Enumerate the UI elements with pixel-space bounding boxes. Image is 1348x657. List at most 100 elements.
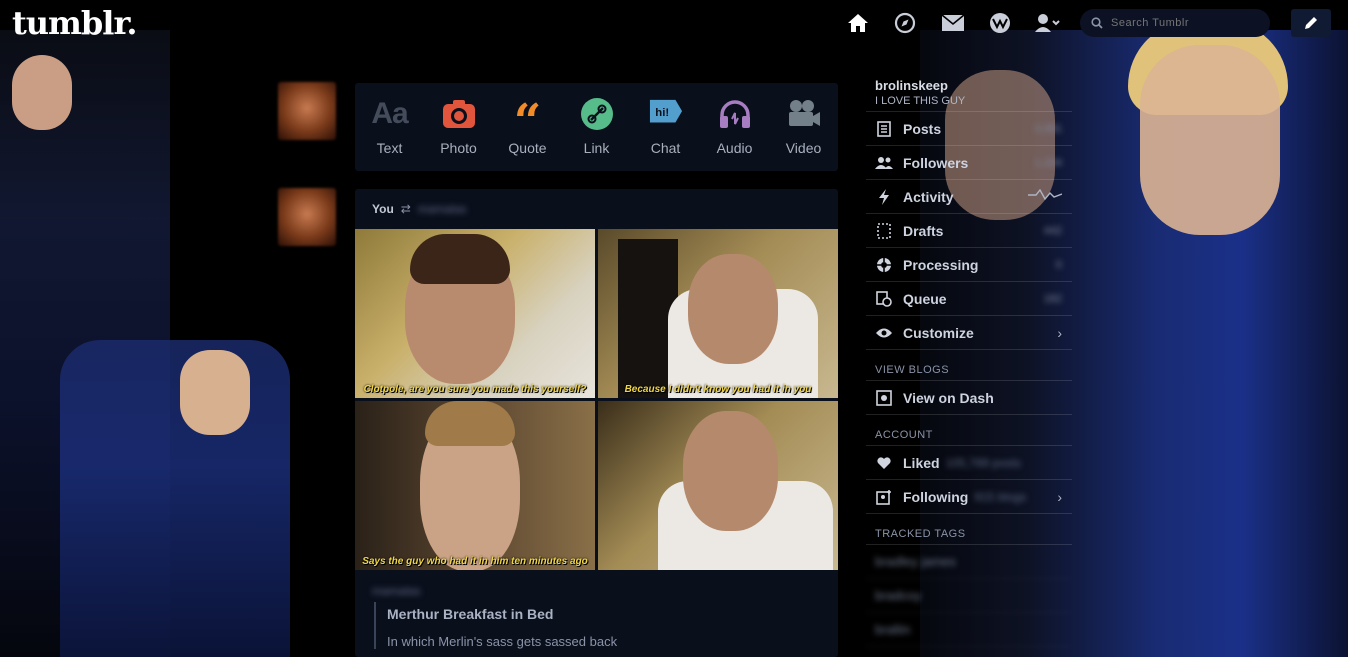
sidebar-item-label: Customize <box>903 324 974 341</box>
inbox-icon[interactable] <box>940 10 966 36</box>
tracked-tag[interactable]: bradley james <box>866 545 1072 579</box>
sidebar-item-activity[interactable]: Activity <box>866 180 1072 214</box>
sidebar-item-following[interactable]: Following 915 blogs › <box>866 480 1072 514</box>
person-figure <box>688 254 778 364</box>
post-type-label: Link <box>583 140 610 156</box>
sidebar-blog-name[interactable]: brolinskeep <box>866 78 1072 93</box>
home-icon[interactable] <box>845 10 871 36</box>
post-type-label: Video <box>785 140 822 156</box>
explore-icon[interactable] <box>892 10 918 36</box>
sidebar-item-label: Queue <box>903 290 947 307</box>
chat-icon: hi! <box>649 97 683 131</box>
hair-figure <box>410 234 510 284</box>
gif-2[interactable]: Because I didn't know you had it in you <box>598 229 838 398</box>
compose-button[interactable] <box>1291 9 1331 37</box>
sidebar-item-liked[interactable]: Liked 105,789 posts <box>866 446 1072 480</box>
activity-icon[interactable] <box>987 10 1013 36</box>
post-avatar[interactable] <box>278 188 336 246</box>
sidebar-item-count: 182 <box>1043 292 1062 305</box>
tracked-tag[interactable]: bradcoy <box>866 579 1072 613</box>
sidebar-item-count: 442 <box>1043 224 1062 237</box>
sidebar-item-count: 1,204 <box>1034 156 1062 169</box>
gif-4[interactable] <box>598 401 838 570</box>
sidebar-item-label: Followers <box>903 154 969 171</box>
heart-icon <box>875 454 893 472</box>
post-type-video[interactable]: Video <box>769 83 838 171</box>
post-author[interactable]: You <box>372 202 394 216</box>
background-face-left-bottom <box>180 350 250 435</box>
link-icon <box>580 97 614 131</box>
headphones-icon <box>718 97 752 131</box>
post-type-chat[interactable]: hi! Chat <box>631 83 700 171</box>
sidebar-item-label: View on Dash <box>903 389 994 406</box>
sidebar-item-posts[interactable]: Posts 3,981 <box>866 112 1072 146</box>
sidebar-item-count: 3,981 <box>1034 122 1062 135</box>
reblogged-from-user[interactable]: mamalas <box>418 202 467 216</box>
hair-figure <box>425 401 515 446</box>
sidebar-item-drafts[interactable]: Drafts 442 <box>866 214 1072 248</box>
sidebar-item-queue[interactable]: Queue 182 <box>866 282 1072 316</box>
sidebar-item-customize[interactable]: Customize › <box>866 316 1072 350</box>
post-header: You ⇄ mamalas <box>355 189 838 229</box>
gif-3[interactable]: Says the guy who had it in him ten minut… <box>355 401 595 570</box>
person-figure <box>683 411 778 531</box>
post-description: In which Merlin's sass gets sassed back <box>387 634 618 649</box>
svg-text:hi!: hi! <box>655 107 669 119</box>
post-type-quote[interactable]: “ Quote <box>493 83 562 171</box>
sidebar-item-count: 0 <box>1055 258 1062 271</box>
sidebar-item-label: Drafts <box>903 222 944 239</box>
dashboard-post: You ⇄ mamalas Clotpole, are you sure you… <box>355 189 838 657</box>
video-icon <box>787 97 821 131</box>
post-title: Merthur Breakfast in Bed <box>387 606 554 622</box>
search-bar[interactable] <box>1080 9 1270 37</box>
post-type-link[interactable]: Link <box>562 83 631 171</box>
sidebar-item-processing[interactable]: Processing 0 <box>866 248 1072 282</box>
sidebar-item-label: Processing <box>903 256 979 273</box>
user-avatar[interactable] <box>278 82 336 140</box>
posts-icon <box>875 120 893 138</box>
sidebar-item-label: Liked <box>903 454 940 471</box>
post-type-label: Chat <box>650 140 681 156</box>
view-on-dash-link[interactable]: View on Dash <box>866 381 1072 415</box>
post-type-audio[interactable]: Audio <box>700 83 769 171</box>
search-input[interactable] <box>1109 16 1263 30</box>
camera-icon <box>442 97 476 131</box>
search-icon <box>1091 17 1103 29</box>
following-count: 915 blogs <box>974 489 1027 504</box>
eye-icon <box>875 324 893 342</box>
quote-icon: “ <box>513 94 542 150</box>
post-type-label: Audio <box>716 140 753 156</box>
processing-icon <box>875 256 893 274</box>
account-icon[interactable] <box>1035 10 1061 36</box>
view-blogs-heading: VIEW BLOGS <box>866 350 1072 381</box>
drafts-icon <box>875 222 893 240</box>
post-type-bar: Aa Text Photo “ Quote Link hi! Chat Audi… <box>355 83 838 171</box>
gif-1[interactable]: Clotpole, are you sure you made this you… <box>355 229 595 398</box>
tracked-tag[interactable]: braltin <box>866 613 1072 647</box>
activity-bolt-icon <box>875 188 893 206</box>
background-figure-left-bottom <box>60 340 290 657</box>
sidebar-item-label: Posts <box>903 120 942 137</box>
account-heading: ACCOUNT <box>866 415 1072 446</box>
post-type-text[interactable]: Aa Text <box>355 83 424 171</box>
gif-caption: Says the guy who had it in him ten minut… <box>362 556 588 567</box>
background-face-left-top <box>12 55 72 130</box>
sidebar-item-followers[interactable]: Followers 1,204 <box>866 146 1072 180</box>
post-type-photo[interactable]: Photo <box>424 83 493 171</box>
pencil-icon <box>1302 14 1320 32</box>
tumblr-logo[interactable]: tumblr. <box>12 4 137 42</box>
followers-icon <box>875 154 893 172</box>
post-type-label: Text <box>376 140 403 156</box>
post-type-label: Quote <box>508 140 547 156</box>
gif-caption: Clotpole, are you sure you made this you… <box>363 384 587 395</box>
following-icon <box>875 488 893 506</box>
account-sidebar: brolinskeep I LOVE THIS GUY Posts 3,981 … <box>866 78 1072 647</box>
sidebar-item-label: Activity <box>903 188 954 205</box>
sidebar-blog-tagline: I LOVE THIS GUY <box>866 95 1072 112</box>
reblog-icon: ⇄ <box>400 202 411 216</box>
tracked-tags-heading: TRACKED TAGS <box>866 514 1072 545</box>
liked-count: 105,789 posts <box>945 455 1021 470</box>
post-type-label: Photo <box>440 140 477 156</box>
queue-icon <box>875 290 893 308</box>
source-user[interactable]: mamalas <box>372 584 421 598</box>
